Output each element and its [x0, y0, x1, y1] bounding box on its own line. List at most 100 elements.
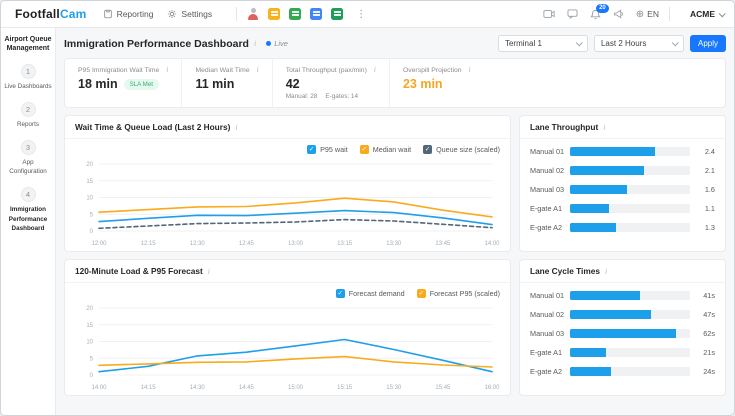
- sidebar-item-live-dashboards[interactable]: 1 Live Dashboards: [4, 63, 52, 91]
- panel-info-icon[interactable]: i: [208, 267, 210, 276]
- kpi-breakdown-item: E-gates: 14: [325, 93, 359, 100]
- kpi-value: 23 min: [402, 77, 443, 91]
- nav-settings[interactable]: Settings: [167, 9, 212, 19]
- page-header: Immigration Performance Dashboard i Live…: [64, 33, 726, 54]
- legend-label: Forecast demand: [348, 289, 405, 298]
- time-range-select[interactable]: Last 2 Hours: [593, 35, 684, 52]
- bar-category-label: E-gate A1: [530, 348, 563, 357]
- kpi-info-icon[interactable]: i: [166, 65, 168, 74]
- notification-badge: 20: [596, 3, 609, 13]
- kpi-info-icon[interactable]: i: [374, 65, 376, 74]
- bar-row-manual-03: Manual 03 62s: [530, 329, 715, 338]
- x-axis-tick-label: 14:00: [484, 241, 500, 247]
- nav-reporting[interactable]: Reporting: [103, 9, 154, 19]
- legend-item-forecast-p95-scaled-[interactable]: ✓ Forecast P95 (scaled): [416, 289, 500, 298]
- series-line-queue-size-scaled-: [98, 218, 493, 230]
- line-chart-panel: 120-Minute Load & P95 Forecast i ✓ Forecast…: [64, 259, 511, 396]
- panel-header: Wait Time & Queue Load (Last 2 Hours) i: [65, 116, 510, 139]
- legend-checkbox-icon: ✓: [307, 145, 317, 154]
- x-axis-tick-label: 13:30: [386, 241, 402, 247]
- bar-rows: Manual 01 41s Manual 02 47s Manual 03 62s E-ga…: [520, 283, 725, 392]
- x-axis-tick-label: 12:15: [141, 241, 157, 247]
- x-axis-tick-label: 12:30: [190, 241, 206, 247]
- bar-category-label: Manual 02: [530, 166, 565, 175]
- bar-value-label: 2.1: [704, 166, 715, 175]
- person-app-icon[interactable]: [247, 8, 259, 20]
- sheet-yellow-app-icon[interactable]: [268, 8, 281, 20]
- sidebar-item-app-configuration[interactable]: 3 App Configuration: [4, 140, 52, 176]
- panel-header: 120-Minute Load & P95 Forecast i: [65, 260, 510, 283]
- panel-info-icon[interactable]: i: [603, 123, 605, 132]
- bar-row-manual-03: Manual 03 1.6: [530, 185, 715, 194]
- line-chart-panel: Wait Time & Queue Load (Last 2 Hours) i ✓ P…: [64, 115, 511, 252]
- bar-value-label: 1.1: [704, 204, 715, 213]
- app-window: FootfallCam Reporting Settings ⋮ 20 ⊕ EN…: [0, 0, 735, 416]
- chevron-down-icon: [575, 39, 583, 47]
- time-range-select-value: Last 2 Hours: [600, 39, 647, 48]
- bar-fill: [570, 147, 655, 156]
- chat-icon[interactable]: [567, 9, 578, 19]
- sidebar-item-label: Live Dashboards: [4, 82, 52, 90]
- bar-fill: [570, 166, 645, 175]
- panel-header: Lane Cycle Times i: [520, 260, 725, 283]
- bar-value-label: 2.4: [704, 147, 715, 156]
- kpi-summary-card: P95 Immigration Wait Time i 18 min SLA Met…: [64, 58, 726, 108]
- x-axis-tick-label: 15:15: [337, 385, 353, 391]
- sidebar-item-label: Reports: [16, 121, 40, 128]
- bar-category-label: Manual 02: [530, 310, 565, 319]
- language-selector[interactable]: ⊕ EN: [636, 9, 659, 20]
- sidebar-item-number: 4: [20, 187, 36, 203]
- y-axis-tick-label: 5: [90, 212, 94, 218]
- x-axis-tick-label: 13:45: [435, 241, 451, 247]
- panel-title: Wait Time & Queue Load (Last 2 Hours): [75, 122, 231, 132]
- account-menu[interactable]: ACME: [690, 9, 726, 19]
- apply-button[interactable]: Apply: [689, 35, 726, 52]
- panel-info-icon[interactable]: i: [605, 267, 607, 276]
- x-axis-tick-label: 15:30: [386, 385, 402, 391]
- y-axis-tick-label: 5: [90, 356, 94, 362]
- megaphone-icon[interactable]: [613, 9, 624, 19]
- y-axis-tick-label: 20: [86, 306, 93, 312]
- more-apps-icon[interactable]: ⋮: [356, 9, 366, 20]
- panel-info-icon[interactable]: i: [235, 123, 237, 132]
- kpi-info-icon[interactable]: i: [257, 65, 259, 74]
- nav-reporting-label: Reporting: [116, 9, 154, 19]
- x-axis-tick-label: 14:30: [190, 385, 206, 391]
- legend-item-queue-size-scaled-[interactable]: ✓ Queue size (scaled): [423, 145, 500, 154]
- line-chart: 0 5 10 15 20 12:00 12:15 12:30 12:45 13:00 13:15 13…: [86, 162, 500, 247]
- bar-row-e-gate-a1: E-gate A1 1.1: [530, 204, 715, 213]
- bell-icon[interactable]: 20: [590, 3, 609, 20]
- bar-category-label: Manual 01: [530, 291, 565, 300]
- bar-fill: [570, 204, 609, 213]
- bar-category-label: E-gate A1: [530, 204, 563, 213]
- bar-fill: [570, 348, 606, 357]
- kpi-label: Total Throughput (pax/min) i: [285, 65, 376, 74]
- sheet-green-app-icon[interactable]: [289, 8, 302, 20]
- y-axis-tick-label: 10: [86, 340, 93, 346]
- legend-item-p95-wait[interactable]: ✓ P95 wait: [307, 145, 348, 154]
- legend-label: Forecast P95 (scaled): [429, 289, 500, 298]
- sidebar-item-immigration-performance-dashboard[interactable]: 4 Immigration Performance Dashboard: [4, 187, 52, 232]
- legend-item-median-wait[interactable]: ✓ Median wait: [359, 145, 411, 154]
- terminal-select[interactable]: Terminal 1: [497, 35, 588, 52]
- bar-row-manual-01: Manual 01 41s: [530, 291, 715, 300]
- page-info-icon[interactable]: i: [254, 39, 256, 48]
- legend-item-forecast-demand[interactable]: ✓ Forecast demand: [335, 289, 405, 298]
- page-title: Immigration Performance Dashboard: [64, 37, 249, 50]
- bar-row-manual-01: Manual 01 2.4: [530, 147, 715, 156]
- kpi-breakdown: Manual: 28 E-gates: 14: [286, 93, 376, 100]
- kpi-value-row: 42: [286, 77, 376, 91]
- sidebar-item-reports[interactable]: 2 Reports: [4, 102, 52, 129]
- video-icon[interactable]: [543, 9, 555, 19]
- footfallcam-logo[interactable]: FootfallCam: [15, 7, 87, 21]
- bar-chart-panel: Lane Throughput i Manual 01 2.4 Manual 02 2.1…: [519, 115, 726, 252]
- bar-track: [570, 329, 690, 338]
- kpi-info-icon[interactable]: i: [468, 65, 470, 74]
- board-blue-app-icon[interactable]: [310, 8, 323, 20]
- bar-value-label: 1.3: [704, 223, 715, 232]
- kpi-value: 11 min: [195, 77, 235, 91]
- calendar-green-app-icon[interactable]: [331, 8, 344, 20]
- live-indicator[interactable]: Live: [266, 39, 288, 48]
- kpi-value: 42: [285, 77, 300, 91]
- chevron-down-icon: [718, 9, 726, 17]
